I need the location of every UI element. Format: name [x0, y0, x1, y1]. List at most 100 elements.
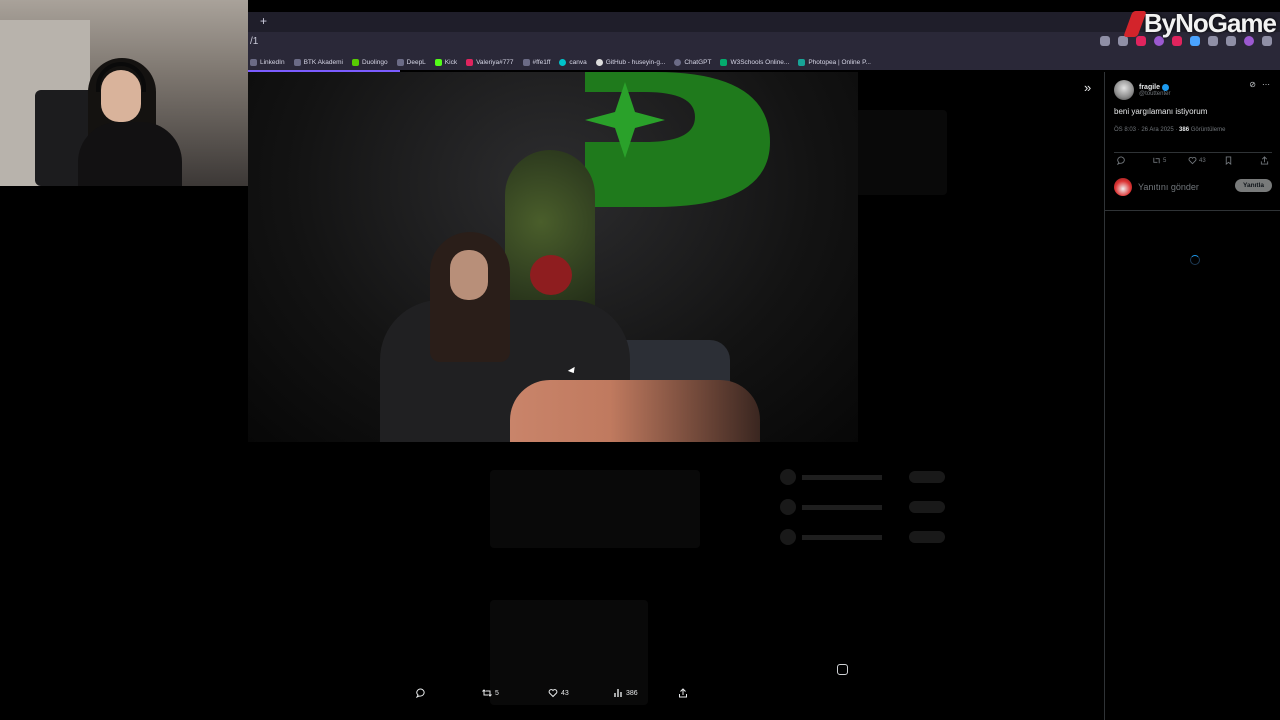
retweet-button[interactable]: 5 [482, 688, 499, 698]
user-avatar [1114, 178, 1132, 196]
person-face [450, 250, 488, 300]
heart-icon [1188, 157, 1197, 165]
tweet-text: beni yargılamanı istiyorum [1114, 107, 1208, 116]
bookmark-github[interactable]: GitHub - huseyin-g... [595, 58, 666, 66]
bookmark-canva[interactable]: canva [559, 58, 587, 66]
red-bow [530, 255, 572, 295]
bookmark-label: Valeriya#777 [476, 58, 514, 66]
bynogame-logo: ByNoGame [1123, 8, 1277, 39]
views-number: 386 [1179, 127, 1190, 133]
sidebar-reply-button[interactable] [1117, 156, 1128, 165]
like-button[interactable]: 43 [548, 688, 569, 698]
bookmark-label: LinkedIn [260, 58, 285, 66]
w3schools-icon [720, 58, 728, 66]
ghost-row [780, 529, 945, 545]
like-count: 43 [561, 689, 569, 697]
sidebar-like-count: 43 [1199, 157, 1206, 164]
tweet-author[interactable]: fragile @touttenter [1114, 80, 1170, 100]
display-name-text: fragile [1139, 83, 1161, 91]
bookmark-kick[interactable]: Kick [434, 58, 457, 66]
dimmed-trending-card [855, 110, 947, 195]
share-button[interactable] [678, 688, 688, 698]
canva-icon [559, 58, 567, 66]
bookmark-valeriya[interactable]: Valeriya#777 [466, 58, 514, 66]
reply-button[interactable] [416, 688, 429, 698]
deepl-icon [396, 58, 404, 66]
color-icon [522, 58, 530, 66]
new-tab-button[interactable]: + [260, 14, 267, 28]
reply-submit-button[interactable]: Yanıtla [1235, 179, 1272, 192]
sidebar-share-button[interactable] [1260, 156, 1269, 165]
bookmark-btk[interactable]: BTK Akademi [293, 58, 343, 66]
tweet-meta: ÖS 8:03 · 26 Ara 2025 · 386 Görüntüleme [1114, 127, 1225, 133]
retweet-icon [482, 689, 492, 697]
reply-input[interactable]: Yanıtını gönder [1138, 182, 1199, 192]
tweet-stats-bar: 5 43 [1114, 152, 1272, 165]
bookmark-label: Duolingo [361, 58, 388, 66]
reply-composer: Yanıtını gönder Yanıtla [1114, 176, 1272, 198]
expand-sidebar-icon[interactable]: » [1084, 80, 1091, 95]
sidebar-retweet-button[interactable]: 5 [1152, 156, 1166, 165]
url-text[interactable]: /1 [250, 36, 258, 47]
bookmark-button[interactable] [1224, 156, 1233, 165]
logo-text: ByNoGame [1143, 8, 1277, 38]
media-action-bar: 5 43 386 [400, 688, 700, 704]
bookmark-label: canva [569, 58, 587, 66]
verified-badge-icon [1162, 83, 1170, 91]
reply-icon [1117, 156, 1125, 165]
bookmark-label: DeepL [406, 58, 426, 66]
views-count: 386 [626, 689, 638, 697]
linkedin-icon [250, 58, 257, 66]
install-app-icon[interactable] [1100, 36, 1110, 46]
bookmark-label: Photopea | Online P... [808, 58, 871, 66]
bookmark-color[interactable]: #ffe1ff [522, 58, 550, 66]
share-icon [1260, 156, 1269, 165]
bookmarks-bar: LinkedIn BTK Akademi Duolingo DeepL Kick… [248, 54, 1280, 70]
bookmark-star-icon[interactable] [1118, 36, 1128, 46]
author-avatar[interactable] [1114, 80, 1134, 100]
bookmark-w3schools[interactable]: W3Schools Online... [720, 58, 790, 66]
sidebar-like-button[interactable]: 43 [1188, 156, 1206, 165]
grok-icon[interactable] [837, 664, 848, 675]
streamer-body [78, 122, 182, 186]
loading-spinner-icon [1190, 255, 1200, 265]
ghost-row [780, 499, 945, 515]
photopea-icon [798, 58, 806, 66]
bookmark-icon [1225, 156, 1232, 165]
more-options-icon[interactable]: ⋯ [1262, 80, 1270, 89]
chatgpt-icon [674, 58, 682, 66]
views-button[interactable]: 386 [613, 688, 638, 698]
dimmed-feed-card [490, 470, 700, 548]
bookmark-label: GitHub - huseyin-g... [605, 58, 666, 66]
bookmark-photopea[interactable]: Photopea | Online P... [798, 58, 871, 66]
reply-icon [416, 688, 425, 698]
bookmark-label: ChatGPT [684, 58, 712, 66]
bookmark-linkedin[interactable]: LinkedIn [250, 58, 285, 66]
valeriya-icon [466, 58, 474, 66]
share-icon [679, 688, 687, 698]
person-legs [510, 380, 760, 442]
btk-icon [293, 58, 301, 66]
bookmark-deepl[interactable]: DeepL [396, 58, 426, 66]
bookmark-chatgpt[interactable]: ChatGPT [674, 58, 712, 66]
sidebar-retweet-count: 5 [1163, 157, 1167, 164]
author-handle[interactable]: @touttenter [1139, 91, 1170, 97]
bookmark-duolingo[interactable]: Duolingo [351, 58, 388, 66]
dimmed-who-to-follow [780, 455, 945, 575]
author-display-name[interactable]: fragile [1139, 83, 1170, 91]
retweet-count: 5 [495, 689, 499, 697]
sidebar-divider [1105, 210, 1280, 211]
tweet-tools: ⊘ ⋯ [1249, 80, 1270, 89]
grok-explain-icon[interactable]: ⊘ [1249, 80, 1256, 89]
tweet-sidebar: fragile @touttenter ⊘ ⋯ beni yargılamanı… [1104, 72, 1280, 720]
bookmark-label: W3Schools Online... [730, 58, 790, 66]
retweet-icon [1153, 157, 1160, 164]
author-names: fragile @touttenter [1139, 83, 1170, 97]
duolingo-icon [351, 58, 359, 66]
webcam-overlay [0, 0, 248, 186]
analytics-icon [614, 689, 622, 697]
tweet-timestamp[interactable]: ÖS 8:03 · 26 Ara 2025 · [1114, 127, 1177, 133]
kick-icon [434, 58, 442, 66]
github-icon [595, 58, 603, 66]
views-label: Görüntüleme [1190, 127, 1226, 133]
